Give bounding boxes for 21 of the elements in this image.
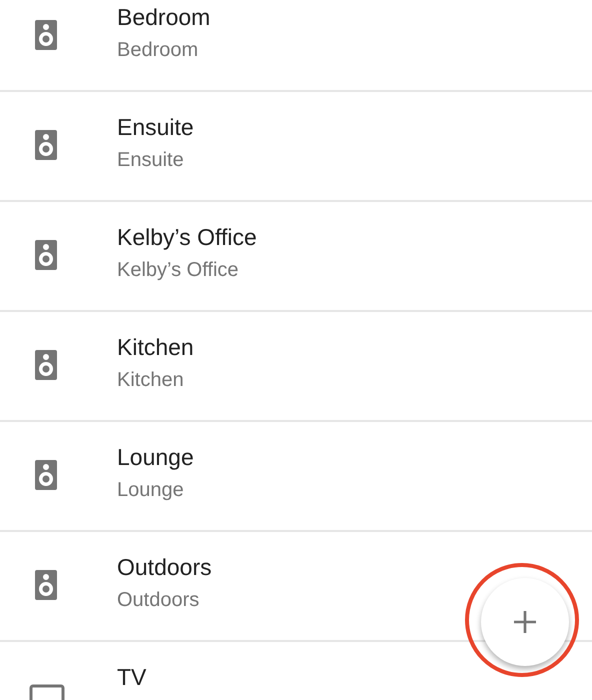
room-name: Kitchen [117, 369, 185, 392]
device-name[interactable]: Lounge [117, 444, 194, 471]
room-name: Kelby’s Office [117, 259, 240, 282]
room-name: Ensuite [117, 149, 185, 172]
device-name[interactable]: TV [117, 664, 146, 691]
speaker-icon [35, 20, 57, 50]
speaker-icon [35, 350, 57, 380]
speaker-icon [35, 240, 57, 270]
device-name[interactable]: Kitchen [117, 334, 194, 361]
device-name[interactable]: Ensuite [117, 114, 194, 141]
device-name[interactable]: Kelby’s Office [117, 224, 257, 251]
room-name: Bedroom [117, 39, 200, 62]
room-name: Lounge [117, 479, 185, 502]
speaker-icon [35, 570, 57, 600]
speaker-icon [35, 460, 57, 490]
add-button[interactable] [481, 578, 569, 666]
room-name: Outdoors [117, 589, 200, 612]
device-name[interactable]: Bedroom [117, 4, 210, 31]
device-name[interactable]: Outdoors [117, 554, 212, 581]
plus-icon [514, 611, 536, 633]
speaker-icon [35, 130, 57, 160]
